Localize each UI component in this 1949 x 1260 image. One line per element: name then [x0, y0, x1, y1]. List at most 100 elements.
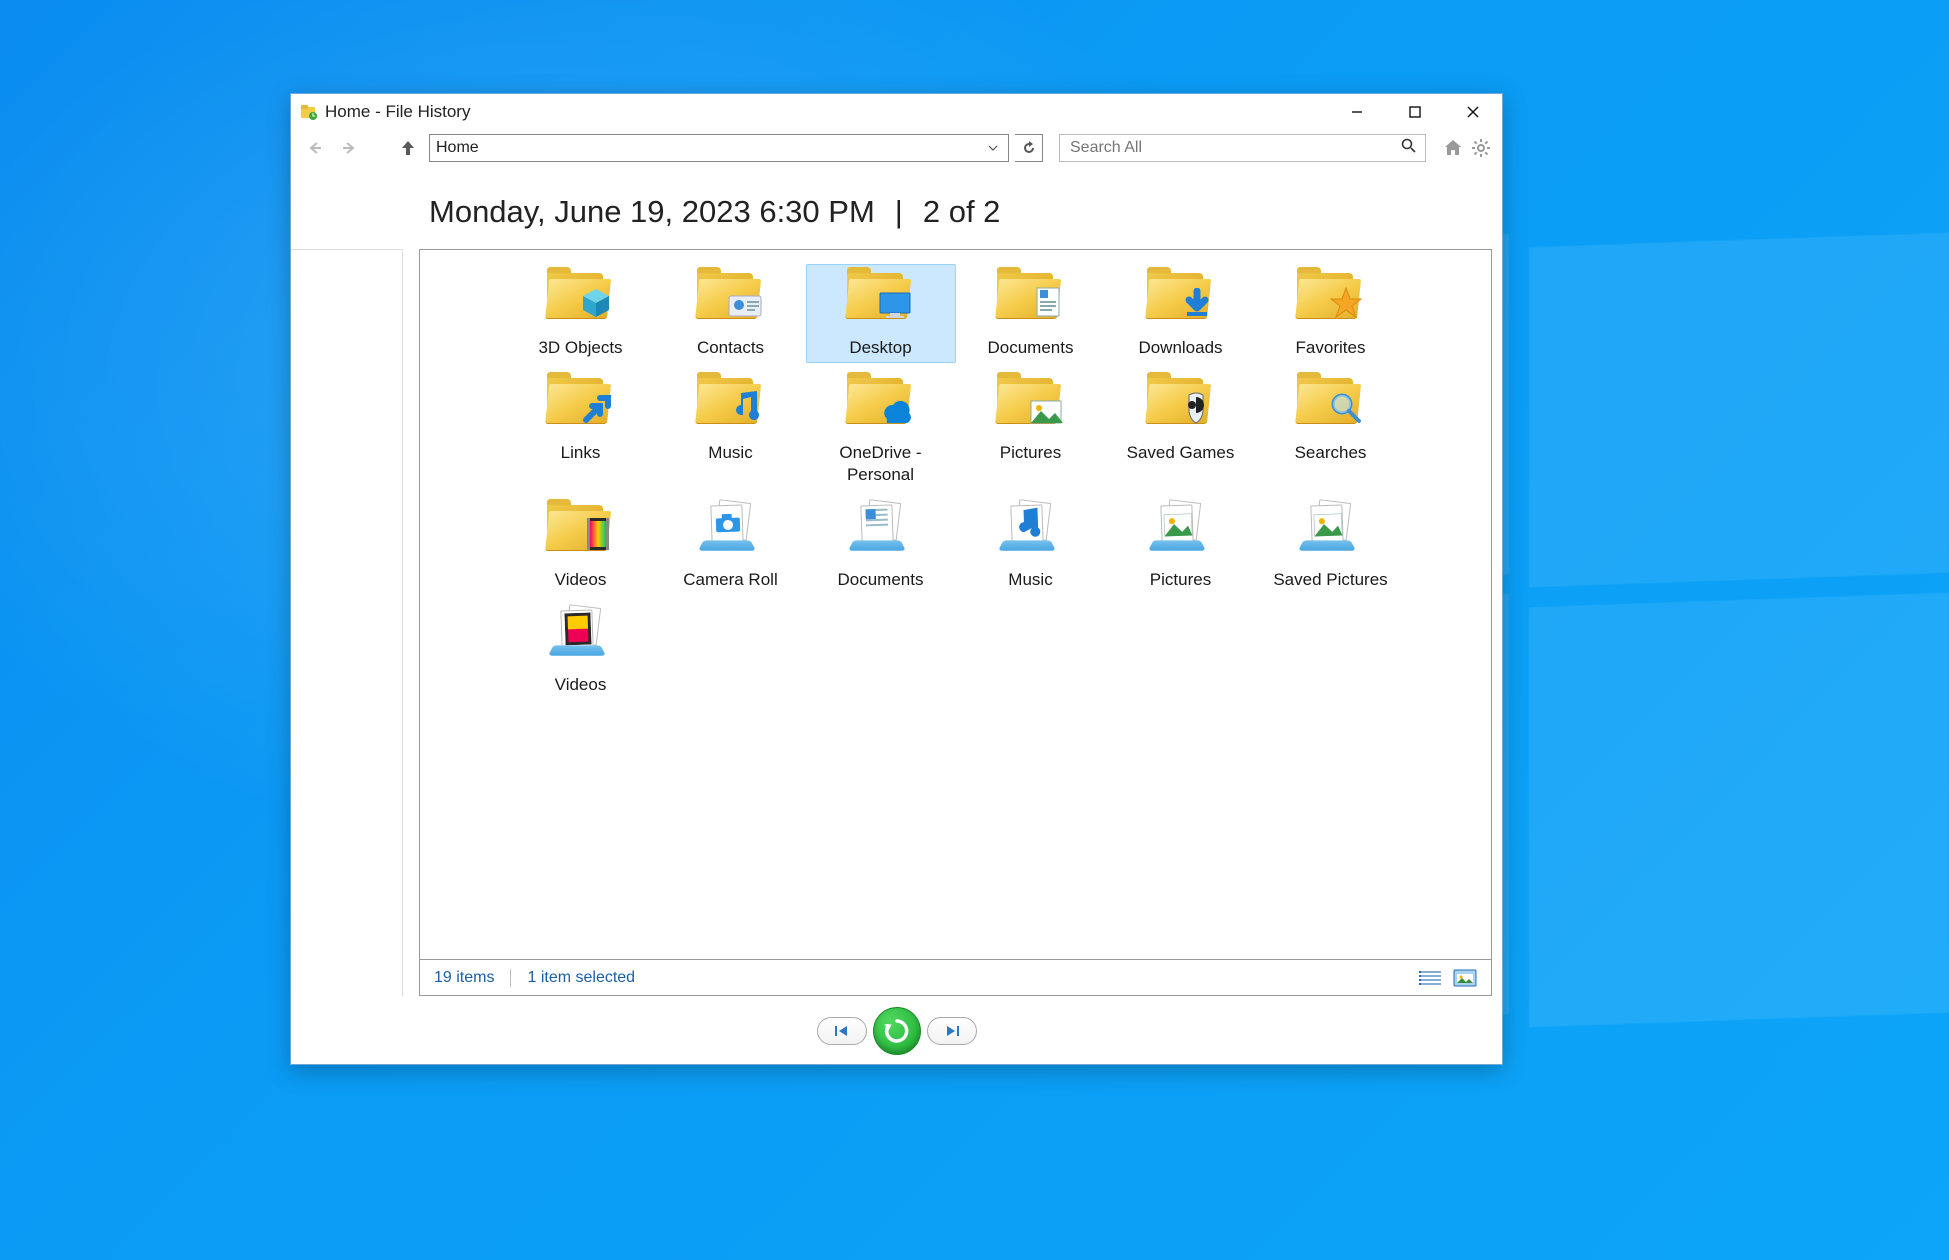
folder-pictures-icon [995, 376, 1067, 438]
folder-item[interactable]: Music [956, 496, 1106, 595]
minimize-button[interactable] [1328, 94, 1386, 130]
folder-item[interactable]: Pictures [956, 369, 1106, 490]
arrow-right-icon [339, 137, 361, 159]
restore-icon [882, 1016, 912, 1046]
settings-button[interactable] [1468, 135, 1494, 161]
folder-documents-icon [995, 271, 1067, 333]
item-label: Music [1008, 569, 1052, 590]
folder-item[interactable]: Documents [956, 264, 1106, 363]
up-button[interactable] [393, 133, 423, 163]
status-item-count: 19 items [434, 969, 494, 987]
snapshot-divider: | [895, 194, 903, 230]
folder-item[interactable]: Videos [506, 496, 656, 595]
folder-desktop-icon [845, 271, 917, 333]
arrow-left-icon [303, 137, 325, 159]
folder-savedgames-icon [1145, 376, 1217, 438]
refresh-button[interactable] [1015, 134, 1043, 162]
library-cameraroll-icon [695, 503, 767, 565]
folder-item[interactable]: Saved Games [1106, 369, 1256, 490]
forward-button[interactable] [335, 133, 365, 163]
address-crumb: Home [436, 139, 984, 157]
snapshot-timestamp: Monday, June 19, 2023 6:30 PM [429, 194, 875, 230]
app-icon [299, 102, 319, 122]
library-videos-icon [545, 608, 617, 670]
refresh-icon [1021, 140, 1037, 156]
folder-downloads-icon [1145, 271, 1217, 333]
home-icon [1442, 137, 1464, 159]
chevron-down-icon[interactable] [984, 142, 1002, 154]
restore-button[interactable] [873, 1007, 921, 1055]
library-savedpictures-icon [1295, 503, 1367, 565]
folder-item[interactable]: Downloads [1106, 264, 1256, 363]
folder-item[interactable]: Favorites [1256, 264, 1406, 363]
item-label: Contacts [697, 337, 764, 358]
skip-forward-icon [943, 1024, 961, 1038]
folder-3dobjects-icon [545, 271, 617, 333]
folder-item[interactable]: Documents [806, 496, 956, 595]
search-input[interactable] [1068, 138, 1401, 158]
folder-item[interactable]: 3D Objects [506, 264, 656, 363]
item-label: Music [708, 442, 752, 463]
folder-item[interactable]: Searches [1256, 369, 1406, 490]
folder-searches-icon [1295, 376, 1367, 438]
item-label: Links [561, 442, 601, 463]
item-label: Camera Roll [683, 569, 777, 590]
item-label: Pictures [1150, 569, 1211, 590]
maximize-button[interactable] [1386, 94, 1444, 130]
item-label: Documents [988, 337, 1074, 358]
item-label: Saved Pictures [1273, 569, 1387, 590]
items-view[interactable]: 3D Objects Contacts Desktop Documents Do… [419, 249, 1492, 960]
details-view-button[interactable] [1419, 969, 1443, 987]
home-button[interactable] [1440, 135, 1466, 161]
folder-contacts-icon [695, 271, 767, 333]
skip-back-icon [833, 1024, 851, 1038]
title-bar[interactable]: Home - File History [291, 94, 1502, 130]
folder-onedrive-icon [845, 376, 917, 438]
folder-item[interactable]: OneDrive - Personal [806, 369, 956, 490]
folder-item[interactable]: Videos [506, 601, 656, 700]
next-version-button[interactable] [927, 1017, 977, 1045]
gear-icon [1470, 137, 1492, 159]
close-button[interactable] [1444, 94, 1502, 130]
folder-favorites-icon [1295, 271, 1367, 333]
snapshot-header: Monday, June 19, 2023 6:30 PM | 2 of 2 [291, 166, 1502, 244]
search-box[interactable] [1059, 134, 1426, 162]
folder-videos-icon [545, 503, 617, 565]
item-label: Documents [838, 569, 924, 590]
folder-item[interactable]: Saved Pictures [1256, 496, 1406, 595]
status-bar: 19 items 1 item selected [419, 960, 1492, 996]
item-label: Videos [555, 569, 607, 590]
folder-item[interactable]: Pictures [1106, 496, 1256, 595]
playback-controls [291, 1006, 1502, 1056]
thumbnails-view-button[interactable] [1453, 969, 1477, 987]
library-music-icon [995, 503, 1067, 565]
file-history-window: Home - File History Home [290, 93, 1503, 1065]
item-label: Downloads [1138, 337, 1222, 358]
item-label: Desktop [849, 337, 911, 358]
folder-item[interactable]: Music [656, 369, 806, 490]
folder-item[interactable]: Camera Roll [656, 496, 806, 595]
item-label: Pictures [1000, 442, 1061, 463]
item-label: 3D Objects [538, 337, 622, 358]
address-bar[interactable]: Home [429, 134, 1009, 162]
folder-item[interactable]: Desktop [806, 264, 956, 363]
library-documents-icon [845, 503, 917, 565]
item-label: OneDrive - Personal [811, 442, 951, 485]
back-button[interactable] [299, 133, 329, 163]
navigation-pane [291, 249, 403, 996]
item-label: Favorites [1296, 337, 1366, 358]
navigation-bar: Home [291, 130, 1502, 166]
folder-item[interactable]: Links [506, 369, 656, 490]
window-title: Home - File History [325, 102, 470, 122]
status-selection: 1 item selected [527, 969, 635, 987]
arrow-up-icon [397, 137, 419, 159]
folder-music-icon [695, 376, 767, 438]
folder-links-icon [545, 376, 617, 438]
folder-item[interactable]: Contacts [656, 264, 806, 363]
search-icon[interactable] [1401, 138, 1417, 159]
item-label: Searches [1295, 442, 1367, 463]
library-pictures-icon [1145, 503, 1217, 565]
previous-version-button[interactable] [817, 1017, 867, 1045]
snapshot-position: 2 of 2 [923, 194, 1001, 230]
item-label: Saved Games [1127, 442, 1235, 463]
